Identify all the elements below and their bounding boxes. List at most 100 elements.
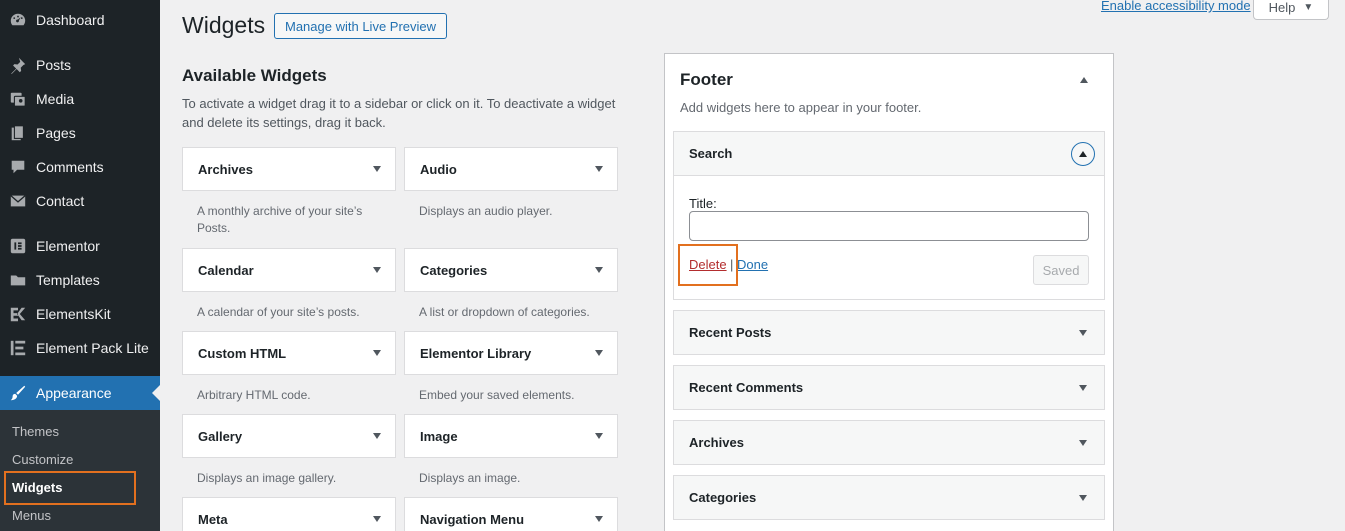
brush-icon [8, 383, 28, 403]
widget-gallery[interactable]: Gallery [182, 414, 396, 458]
widget-title: Audio [420, 161, 457, 177]
saved-button[interactable]: Saved [1033, 255, 1089, 285]
appearance-submenu: Themes Customize Widgets Menus [0, 410, 160, 531]
sidebar-item-elementskit[interactable]: ElementsKit [0, 297, 160, 331]
title-field-label: Title: [689, 196, 717, 211]
widget-title: Categories [420, 262, 488, 278]
widget-title: Recent Posts [689, 325, 772, 340]
sidebar-item-label: Comments [36, 159, 104, 175]
pages-icon [8, 123, 28, 143]
sidebar-item-pages[interactable]: Pages [0, 116, 160, 150]
mail-icon [8, 191, 28, 211]
sidebar-item-elementor[interactable]: Elementor [0, 229, 160, 263]
widget-title: Image [420, 428, 458, 444]
chevron-down-icon [595, 516, 603, 522]
help-tab[interactable]: Help ▼ [1253, 0, 1329, 20]
admin-sidebar: Dashboard Posts Media Pages Comments Con… [0, 0, 160, 531]
widget-description: A list or dropdown of categories. [419, 305, 590, 319]
footer-widget-search: Search Title: Delete | Done Saved [673, 131, 1105, 300]
widget-title: Calendar [198, 262, 254, 278]
dashboard-icon [8, 10, 28, 30]
sidebar-item-templates[interactable]: Templates [0, 263, 160, 297]
widget-title: Meta [198, 511, 228, 527]
widget-description: Embed your saved elements. [419, 388, 575, 402]
chevron-down-icon [595, 433, 603, 439]
widget-title: Custom HTML [198, 345, 287, 361]
pin-icon [8, 55, 28, 75]
widget-title: Categories [689, 490, 757, 505]
sidebar-item-label: Element Pack Lite [36, 340, 149, 356]
chevron-down-icon [1079, 329, 1087, 336]
widget-title: Search [689, 146, 733, 161]
folder-icon [8, 270, 28, 290]
footer-widget-categories[interactable]: Categories [673, 475, 1105, 520]
active-indicator [152, 385, 160, 401]
help-label: Help [1268, 0, 1296, 15]
widgets-highlight-box [4, 471, 136, 505]
widget-description: A monthly archive of your site’s Posts. [197, 204, 363, 235]
widget-title: Gallery [198, 428, 243, 444]
sidebar-item-dashboard[interactable]: Dashboard [0, 3, 160, 37]
widget-image[interactable]: Image [404, 414, 618, 458]
widget-elementor-library[interactable]: Elementor Library [404, 331, 618, 375]
manage-live-preview-button[interactable]: Manage with Live Preview [274, 13, 448, 39]
title-field[interactable] [689, 211, 1089, 241]
widget-description: A calendar of your site’s posts. [197, 305, 360, 319]
accessibility-mode-link[interactable]: Enable accessibility mode [1101, 0, 1251, 13]
widget-categories[interactable]: Categories [404, 248, 618, 292]
widget-description: Displays an audio player. [419, 204, 553, 218]
sidebar-item-label: Dashboard [36, 12, 105, 28]
widget-audio[interactable]: Audio [404, 147, 618, 191]
done-link[interactable]: Done [737, 257, 768, 272]
sidebar-item-comments[interactable]: Comments [0, 150, 160, 184]
sidebar-item-label: Templates [36, 272, 100, 288]
sidebar-item-appearance[interactable]: Appearance [0, 376, 160, 410]
submenu-item-themes[interactable]: Themes [12, 424, 59, 439]
chevron-down-icon: ▼ [1303, 2, 1314, 13]
widget-calendar[interactable]: Calendar [182, 248, 396, 292]
collapse-widget-button[interactable] [1071, 142, 1095, 166]
chevron-up-icon [1080, 77, 1088, 83]
sidebar-item-label: Appearance [36, 385, 112, 401]
elementskit-icon [8, 304, 28, 324]
widget-title: Archives [198, 161, 253, 177]
chevron-down-icon [1079, 439, 1087, 446]
widget-custom-html[interactable]: Custom HTML [182, 331, 396, 375]
widget-title: Elementor Library [420, 345, 532, 361]
footer-widget-recent-comments[interactable]: Recent Comments [673, 365, 1105, 410]
delete-highlight-box [678, 244, 738, 286]
chevron-down-icon [373, 516, 381, 522]
media-icon [8, 89, 28, 109]
collapse-footer-button[interactable] [1078, 75, 1090, 85]
widget-description: Displays an image gallery. [197, 471, 337, 485]
footer-widget-recent-posts[interactable]: Recent Posts [673, 310, 1105, 355]
search-widget-header[interactable]: Search [674, 132, 1104, 176]
submenu-item-customize[interactable]: Customize [12, 452, 73, 467]
chevron-up-icon [1079, 150, 1087, 157]
widget-title: Recent Comments [689, 380, 804, 395]
chevron-down-icon [595, 267, 603, 273]
available-widgets-description: To activate a widget drag it to a sideba… [182, 96, 616, 130]
footer-sidebar-description: Add widgets here to appear in your foote… [680, 100, 922, 115]
element-pack-icon [8, 338, 28, 358]
widget-archives[interactable]: Archives [182, 147, 396, 191]
elementor-icon [8, 236, 28, 256]
chevron-down-icon [595, 166, 603, 172]
chevron-down-icon [373, 433, 381, 439]
widget-navigation-menu[interactable]: Navigation Menu [404, 497, 618, 531]
footer-widget-archives[interactable]: Archives [673, 420, 1105, 465]
sidebar-item-media[interactable]: Media [0, 82, 160, 116]
chevron-down-icon [373, 350, 381, 356]
widget-meta[interactable]: Meta [182, 497, 396, 531]
page-title: Widgets [182, 12, 266, 38]
sidebar-item-posts[interactable]: Posts [0, 48, 160, 82]
widget-title: Archives [689, 435, 744, 450]
sidebar-item-label: Pages [36, 125, 76, 141]
footer-sidebar-title: Footer [680, 70, 733, 89]
sidebar-item-contact[interactable]: Contact [0, 184, 160, 218]
submenu-item-menus[interactable]: Menus [12, 508, 51, 523]
chevron-down-icon [1079, 384, 1087, 391]
comment-icon [8, 157, 28, 177]
widget-description: Displays an image. [419, 471, 521, 485]
sidebar-item-element-pack-lite[interactable]: Element Pack Lite [0, 331, 160, 365]
